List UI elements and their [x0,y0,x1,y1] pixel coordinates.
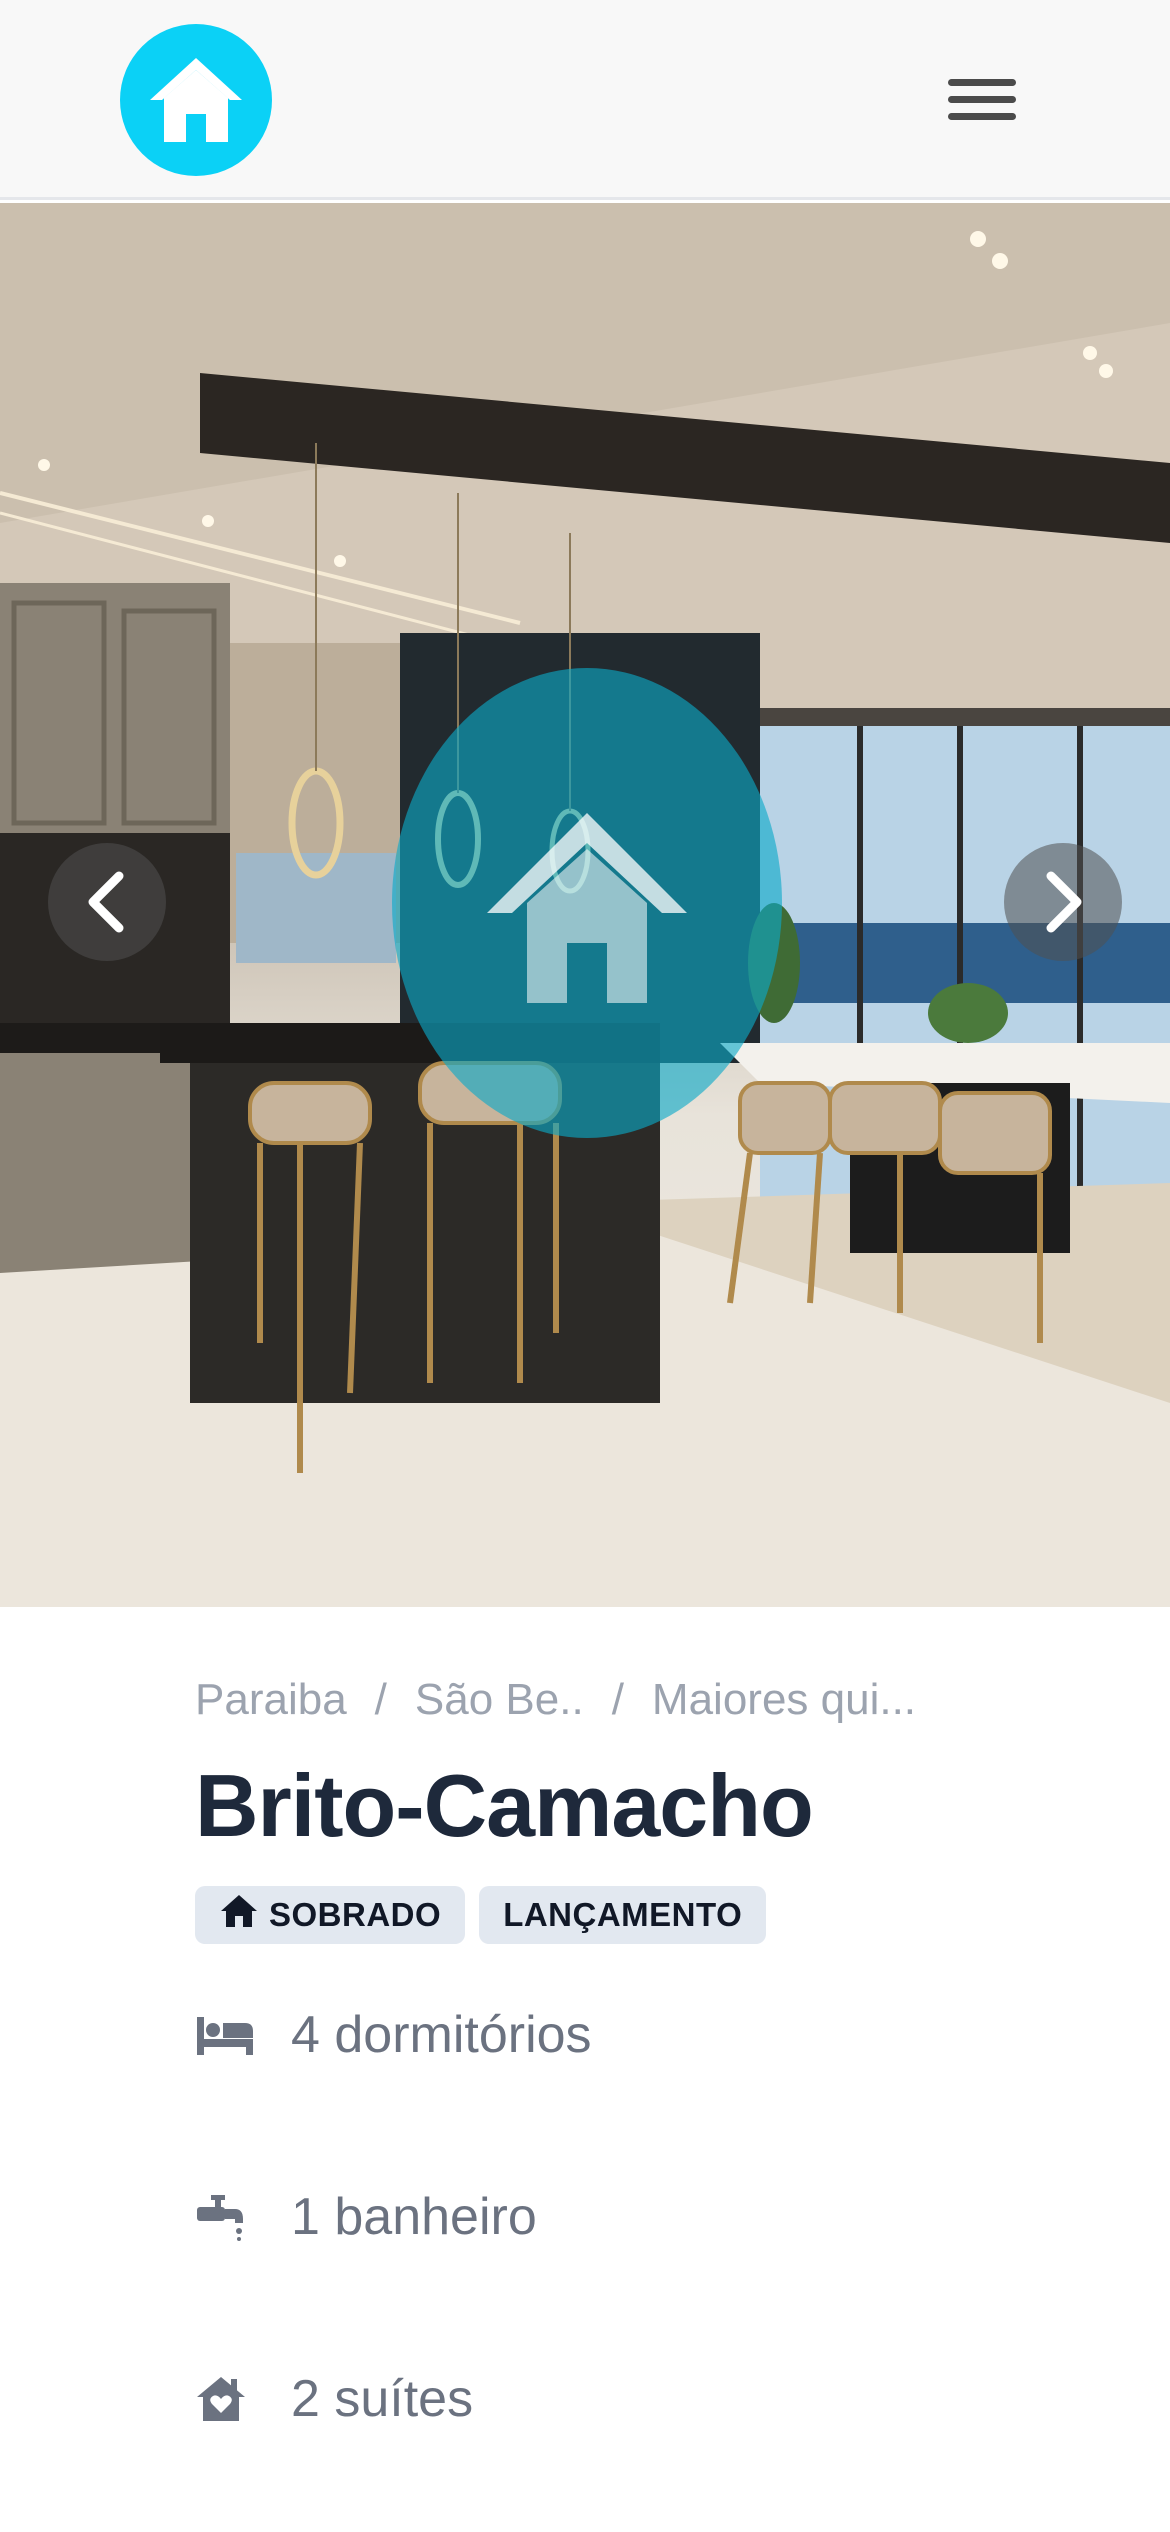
house-icon [219,1893,259,1937]
breadcrumb-item-state[interactable]: Paraiba [195,1675,347,1725]
hamburger-menu-icon[interactable] [940,60,1024,138]
feature-bathrooms-text: 1 banheiro [291,2188,537,2247]
house-logo-icon[interactable] [120,24,272,176]
property-features: 4 dormitórios 1 banheiro 2 suítes [195,1990,1125,2444]
feature-bathrooms: 1 banheiro [195,2172,1125,2262]
chevron-right-icon[interactable] [1004,843,1122,961]
house-watermark-icon [392,668,782,1138]
breadcrumb-separator: / [611,1675,624,1724]
property-details: Paraiba / São Be.. / Maiores qui... Brit… [195,1670,1125,2532]
feature-bedrooms: 4 dormitórios [195,1990,1125,2080]
status-badge-label: LANÇAMENTO [503,1896,743,1934]
breadcrumb-item-category[interactable]: Maiores qui... [652,1675,916,1725]
chevron-left-icon[interactable] [48,843,166,961]
feature-suites-text: 2 suítes [291,2370,474,2429]
property-title: Brito-Camacho [195,1756,814,1855]
feature-bedrooms-text: 4 dormitórios [291,2006,592,2065]
property-photo-carousel[interactable] [0,203,1170,1607]
breadcrumb-separator: / [374,1675,387,1724]
type-badge: SOBRADO [195,1886,466,1945]
feature-suites: 2 suítes [195,2354,1125,2444]
breadcrumb-item-city[interactable]: São Be.. [415,1675,584,1725]
bed-icon [195,2009,257,2061]
house-heart-icon [195,2373,257,2425]
type-badge-label: SOBRADO [269,1896,442,1934]
status-badge: LANÇAMENTO [479,1886,767,1945]
breadcrumb: Paraiba / São Be.. / Maiores qui... [195,1670,1125,1730]
property-badges: SOBRADO LANÇAMENTO [195,1886,1125,1945]
faucet-icon [195,2191,257,2243]
top-header [0,0,1170,200]
